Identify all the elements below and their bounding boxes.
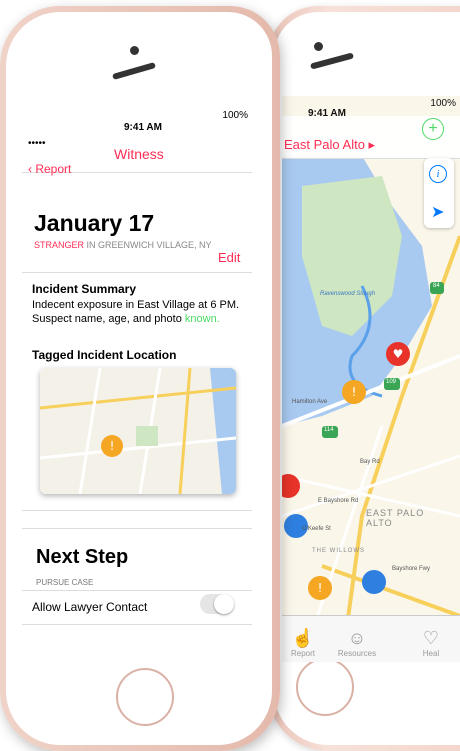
divider: [22, 510, 252, 511]
plus-circle-icon[interactable]: +: [422, 118, 444, 140]
map-label-willows: THE WILLOWS: [312, 548, 366, 554]
back-camera: [314, 42, 323, 51]
incident-location-map[interactable]: !: [40, 368, 236, 494]
map-label-hamilton: Hamilton Ave: [292, 399, 328, 405]
tab-heal-label: Heal: [422, 649, 440, 658]
map-label-bayshore-fwy: Bayshore Fwy: [392, 566, 431, 572]
map-status-battery: 100%: [430, 98, 456, 109]
next-step-heading: Next Step: [36, 546, 129, 568]
svg-text:!: !: [318, 581, 323, 595]
front-camera: [130, 46, 139, 55]
witness-status-bar: ••••• 9:41 AM 100%: [22, 100, 252, 149]
witness-nav-bar: ‹ Report Witness: [22, 138, 252, 176]
location-arrow-icon[interactable]: ➤: [431, 202, 444, 222]
map-location-title[interactable]: East Palo Alto ▸: [284, 137, 375, 153]
map-tab-bar: ☝ Report ☺ Resources ♡ Heal: [282, 615, 460, 662]
witness-screen: ••••• 9:41 AM 100% ‹ Report Witness Janu…: [22, 100, 252, 660]
location-tag: IN GREENWICH VILLAGE, NY: [84, 240, 212, 250]
divider: [22, 272, 252, 273]
back-label: Report: [35, 162, 72, 176]
map-label-ravenswood: Ravenswood Slough: [320, 291, 376, 297]
map-status-bar: 9:41 AM 100%: [282, 96, 460, 119]
route-84-label: 84: [433, 283, 440, 289]
back-button[interactable]: ‹ Report: [28, 162, 71, 176]
map-label-east-palo-alto: EAST PALO ALTO: [366, 508, 425, 528]
front-home-button[interactable]: [116, 668, 174, 726]
tab-heal[interactable]: ♡ Heal: [406, 628, 456, 658]
people-icon: ☺: [347, 628, 367, 648]
info-icon[interactable]: i: [429, 165, 447, 183]
map-label-bay-rd: Bay Rd: [360, 459, 380, 465]
tab-resources-label: Resources: [337, 649, 377, 658]
route-114-label: 114: [324, 427, 334, 433]
divider: [22, 528, 252, 529]
tagged-location-heading: Tagged Incident Location: [32, 348, 177, 362]
svg-text:!: !: [110, 439, 115, 453]
edit-button[interactable]: Edit: [218, 250, 240, 265]
known-link[interactable]: known.: [185, 313, 220, 325]
route-109-label: 109: [386, 379, 397, 385]
incident-date: January 17: [34, 210, 155, 236]
incident-subtitle: STRANGER IN GREENWICH VILLAGE, NY: [34, 240, 212, 250]
allow-lawyer-contact-toggle[interactable]: [200, 594, 234, 614]
witness-status-battery: 100%: [222, 110, 248, 121]
svg-text:!: !: [352, 385, 357, 399]
nav-title: Witness: [114, 146, 164, 162]
summary-heading: Incident Summary: [32, 282, 137, 296]
tab-report[interactable]: ☝ Report: [282, 628, 328, 658]
divider: [22, 590, 252, 591]
hand-icon: ☝: [291, 628, 315, 648]
map-screen: ♥ ! ! 9:41 AM 100% East Palo Alto ▸ + i …: [282, 96, 460, 662]
divider: [22, 624, 252, 625]
stranger-tag: STRANGER: [34, 240, 85, 250]
heart-icon: ♡: [422, 628, 440, 648]
map-nav-bar: East Palo Alto ▸ +: [282, 116, 460, 159]
tab-report-label: Report: [290, 649, 315, 658]
map-label-bayshore: E Bayshore Rd: [318, 498, 359, 504]
map-label-okeefe: O'Keefe St: [302, 526, 331, 532]
back-home-button[interactable]: [296, 658, 354, 716]
witness-status-time: 9:41 AM: [124, 122, 162, 133]
tab-resources[interactable]: ☺ Resources: [332, 628, 382, 658]
svg-text:♥: ♥: [393, 347, 404, 361]
toggle-knob: [214, 594, 234, 614]
map-tools: i ➤: [424, 158, 454, 228]
summary-text: Indecent exposure in East Village at 6 P…: [32, 298, 242, 326]
pursue-case-label: PURSUE CASE: [36, 578, 94, 587]
